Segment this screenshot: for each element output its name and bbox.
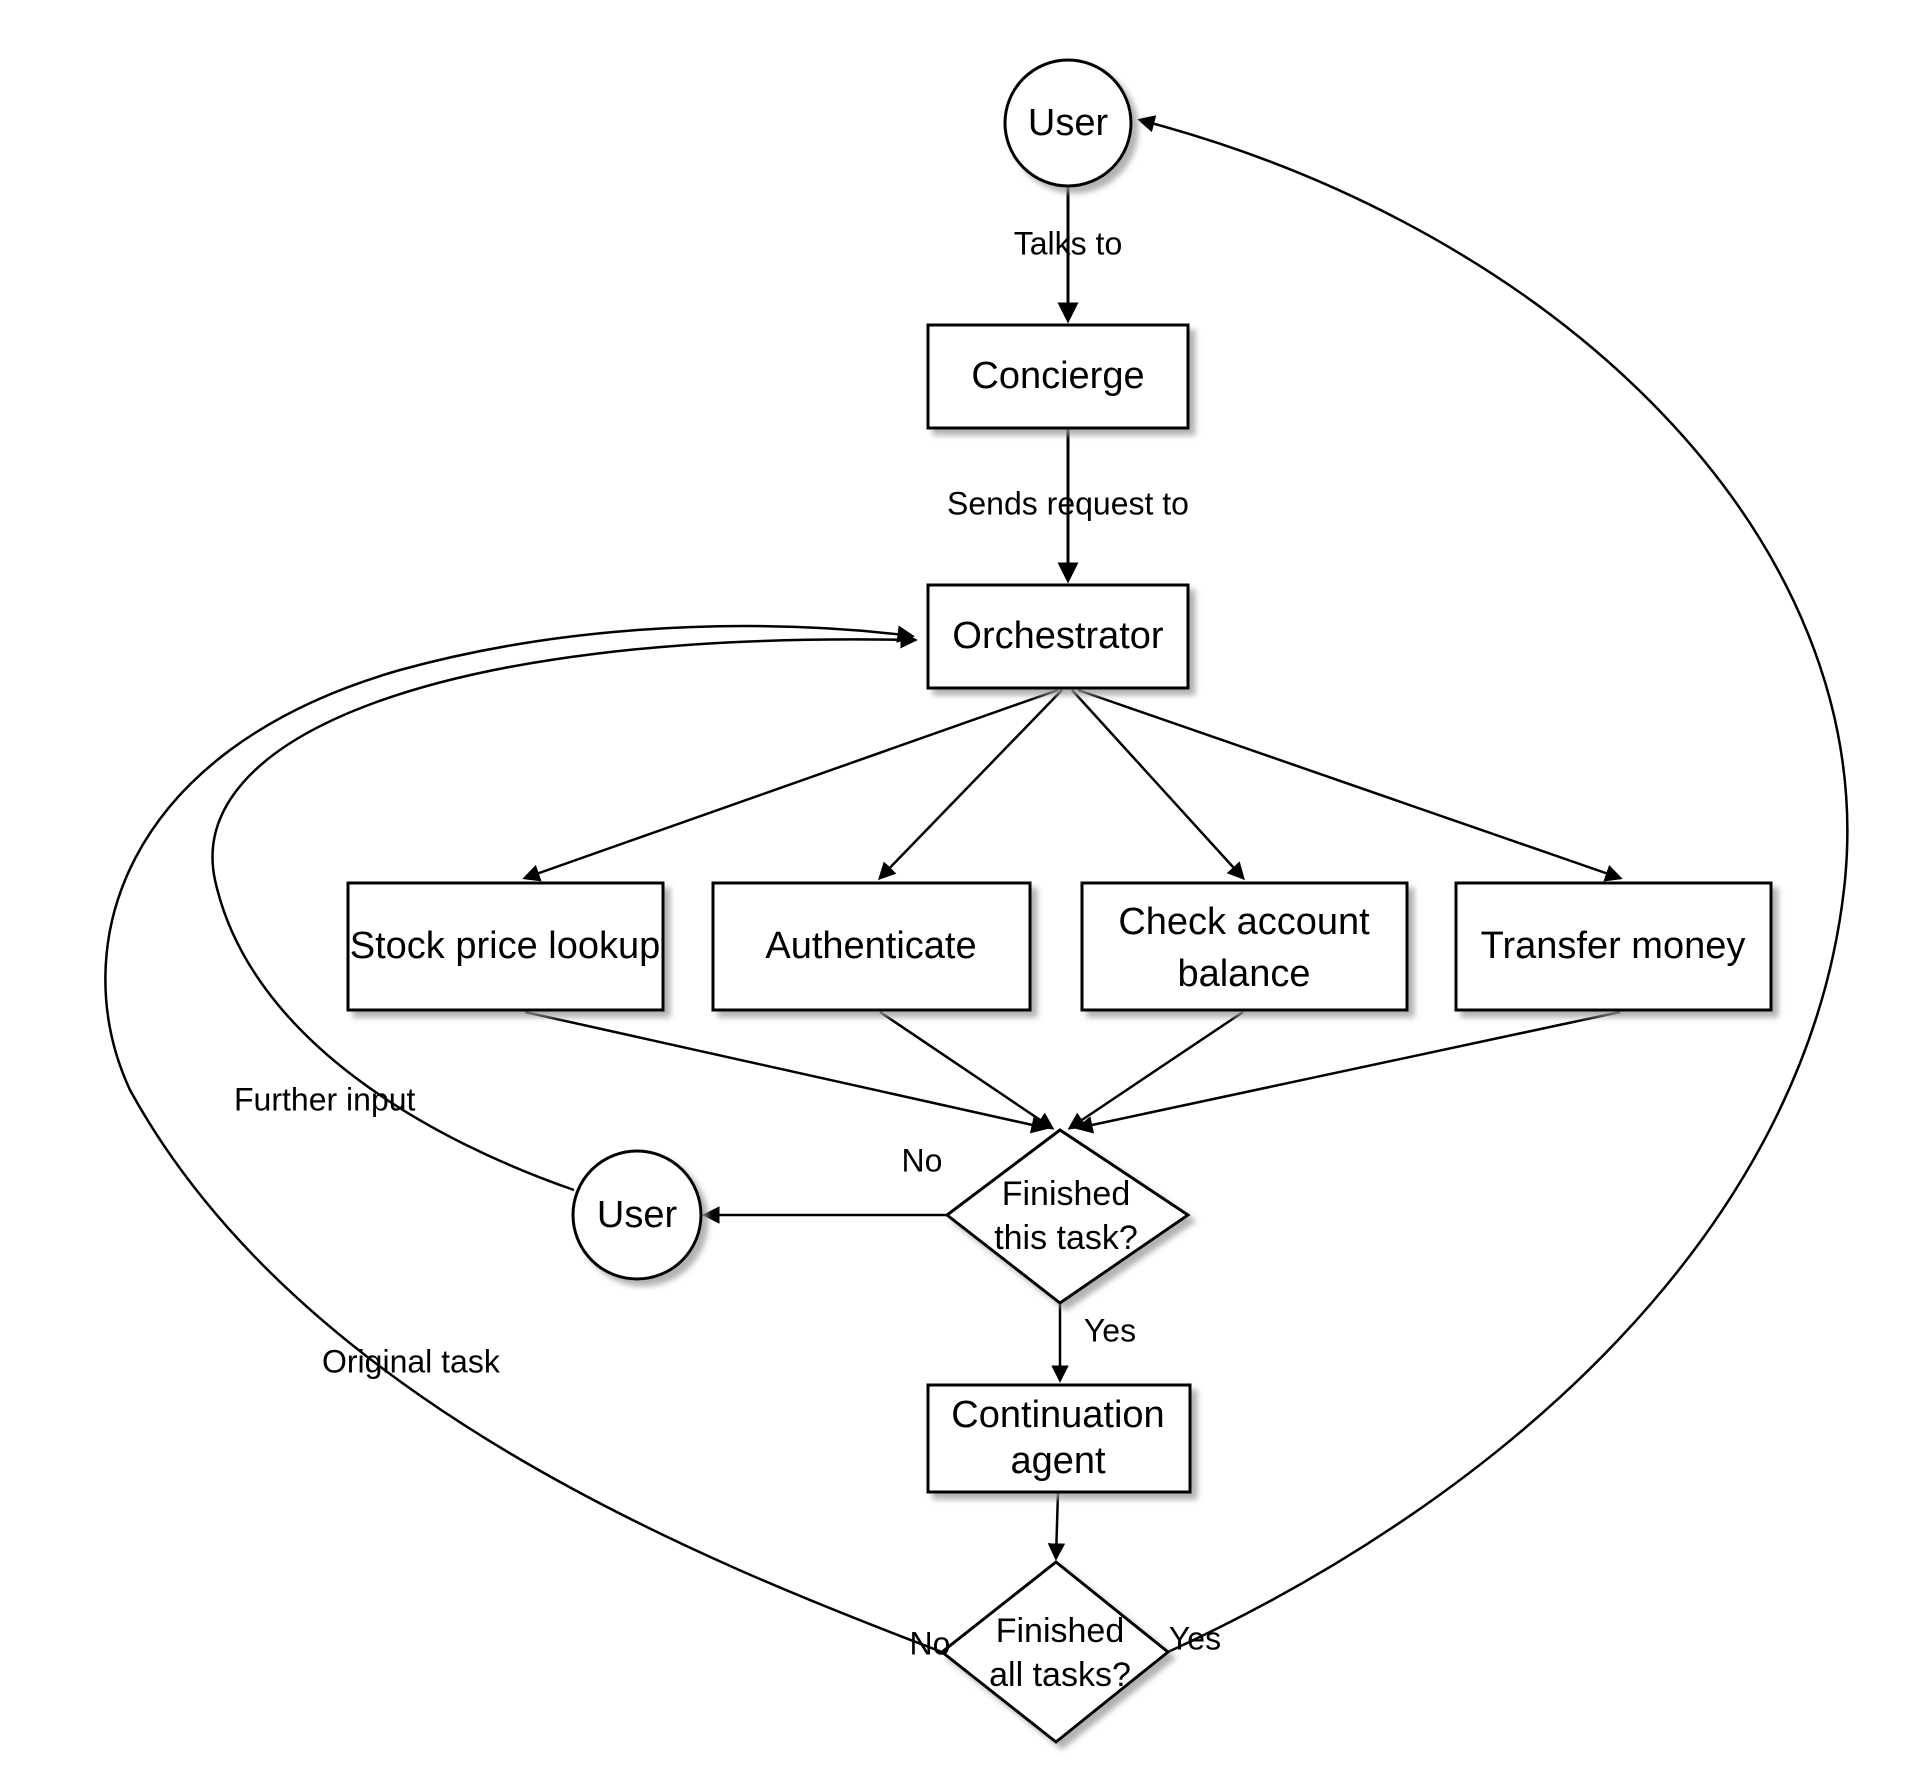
node-stock-price-lookup-label: Stock price lookup [350, 925, 661, 967]
node-continuation-agent-label-line2: agent [1010, 1440, 1106, 1482]
edge-orchestrator-to-transfer-money [1077, 688, 1623, 882]
node-concierge[interactable]: Concierge [926, 323, 1190, 430]
node-user-top[interactable]: User [1003, 58, 1133, 188]
edge-label-finished-this-task-no: No [902, 1142, 943, 1178]
node-orchestrator[interactable]: Orchestrator [926, 583, 1190, 690]
node-continuation-agent-label-line1: Continuation [951, 1394, 1164, 1436]
node-user-mid-label: User [597, 1194, 678, 1236]
node-user-mid[interactable]: User [571, 1149, 703, 1281]
node-finished-this-task-label-line1: Finished [1002, 1175, 1131, 1213]
node-finished-this-task-label-line2: this task? [994, 1219, 1138, 1257]
node-check-account-balance[interactable]: Check account balance [1080, 881, 1409, 1012]
node-authenticate-label: Authenticate [765, 925, 976, 967]
edge-finished-all-tasks-no-to-orchestrator-original-task [104, 624, 943, 1654]
edge-label-sends-request-to: Sends request to [947, 485, 1189, 521]
node-finished-all-tasks[interactable]: Finished all tasks? [939, 1560, 1171, 1744]
edge-orchestrator-to-stock-price-lookup [522, 688, 1059, 882]
node-continuation-agent[interactable]: Continuation agent [926, 1383, 1192, 1494]
edge-label-talks-to: Talks to [1014, 225, 1122, 261]
node-transfer-money-label: Transfer money [1481, 925, 1746, 967]
node-user-top-label: User [1028, 102, 1109, 144]
edge-label-finished-all-tasks-no: No [910, 1625, 951, 1661]
flowchart-svg: User Concierge Orchestrator Stock price … [104, 58, 1849, 1744]
edge-label-finished-all-tasks-yes: Yes [1169, 1620, 1221, 1656]
node-stock-price-lookup[interactable]: Stock price lookup [346, 881, 665, 1012]
node-orchestrator-label: Orchestrator [952, 615, 1164, 657]
edge-continuation-agent-to-finished-all-tasks [1047, 1491, 1066, 1561]
node-finished-this-task[interactable]: Finished this task? [944, 1128, 1191, 1305]
node-transfer-money[interactable]: Transfer money [1454, 881, 1773, 1012]
flowchart-canvas: User Concierge Orchestrator Stock price … [0, 0, 1928, 1782]
edge-label-further-input: Further input [234, 1081, 416, 1117]
edge-transfer-money-to-finished-this-task [1075, 1010, 1621, 1134]
node-authenticate[interactable]: Authenticate [711, 881, 1032, 1012]
node-check-account-balance-label-line1: Check account [1118, 901, 1370, 943]
edge-label-finished-this-task-yes: Yes [1084, 1312, 1136, 1348]
node-finished-all-tasks-label-line2: all tasks? [989, 1656, 1131, 1694]
edge-orchestrator-to-authenticate [877, 689, 1063, 881]
edge-label-original-task: Original task [322, 1343, 501, 1379]
node-concierge-label: Concierge [971, 355, 1144, 397]
node-check-account-balance-label-line2: balance [1177, 953, 1310, 995]
node-finished-all-tasks-label-line1: Finished [996, 1612, 1125, 1650]
